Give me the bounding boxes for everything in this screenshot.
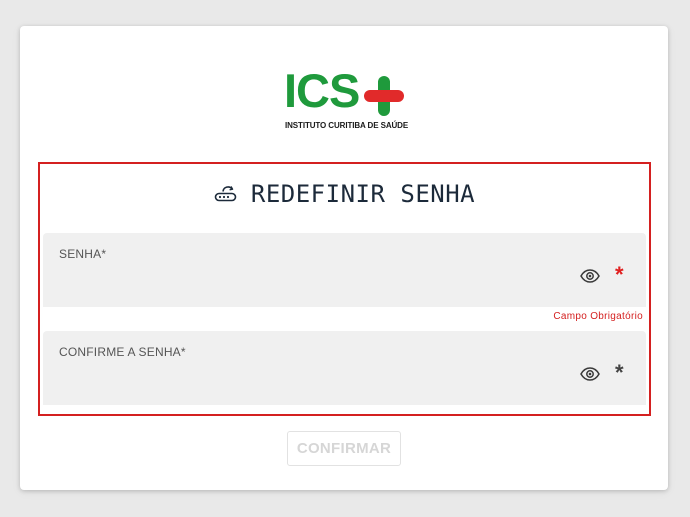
password-label: SENHA* [59,247,107,261]
required-asterisk: * [615,262,624,287]
confirm-password-label: CONFIRME A SENHA* [59,345,186,359]
password-input[interactable] [59,265,563,293]
logo-subtitle: INSTITUTO CURITIBA DE SAÚDE [285,121,409,130]
reset-password-form: REDEFINIR SENHA SENHA* * Campo Obrigatór… [38,162,651,416]
confirm-password-input[interactable] [59,363,563,391]
confirm-password-field[interactable]: CONFIRME A SENHA* * [43,331,646,405]
required-asterisk: * [615,360,624,385]
password-field[interactable]: SENHA* * [43,233,646,307]
logo-letters: ICS [284,64,360,117]
confirm-button[interactable]: CONFIRMAR [287,431,401,466]
form-header: REDEFINIR SENHA [40,176,649,212]
eye-icon[interactable] [580,367,600,381]
ics-logo: ICS INSTITUTO CURITIBA DE SAÚDE [284,66,414,132]
password-reset-icon [214,186,237,202]
form-title: REDEFINIR SENHA [250,180,476,208]
health-cross-icon [364,76,404,116]
required-field-error: Campo Obrigatório [553,311,643,322]
eye-icon[interactable] [580,269,600,283]
reset-password-card: ICS INSTITUTO CURITIBA DE SAÚDE REDEFINI… [20,26,668,490]
